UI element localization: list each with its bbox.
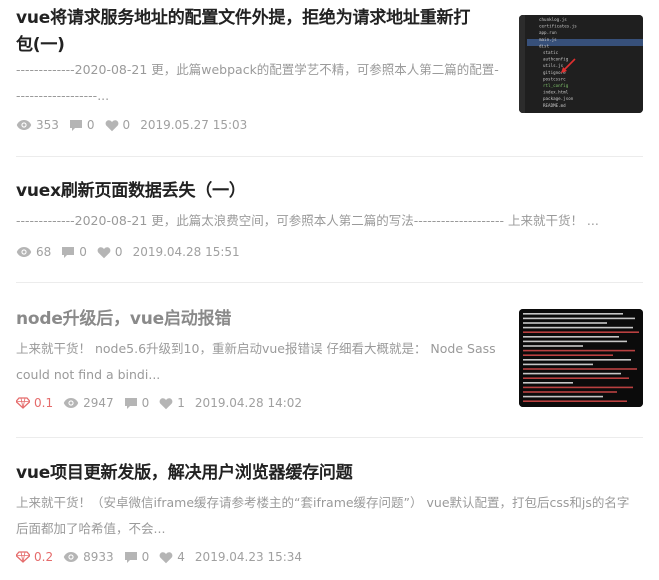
terminal-line <box>523 368 637 370</box>
terminal-line <box>523 391 617 393</box>
eye-icon <box>63 552 79 562</box>
article-meta: 0.1 2947 0 1 2019.04.28 14:02 <box>16 395 312 411</box>
thumb-file-label: certificates.js <box>539 24 577 29</box>
terminal-line <box>523 345 583 347</box>
comment-icon <box>69 119 82 131</box>
heart-icon <box>97 246 111 258</box>
terminal-line <box>523 400 627 402</box>
article-meta: 68 0 0 2019.04.28 15:51 <box>16 244 250 260</box>
likes-count[interactable]: 0 <box>105 118 130 132</box>
diamond-icon <box>16 397 30 409</box>
article-title[interactable]: vue项目更新发版，解决用户浏览器缓存问题 <box>16 460 643 487</box>
terminal-line <box>523 377 629 379</box>
article-thumbnail[interactable] <box>519 309 643 407</box>
terminal-line <box>523 322 607 324</box>
eye-icon <box>63 398 79 408</box>
comment-icon <box>124 551 137 563</box>
gem-reward: 0.2 <box>16 550 53 564</box>
thumb-file-label: app.run <box>539 30 557 35</box>
article-meta: 353 0 0 2019.05.27 15:03 <box>16 117 257 133</box>
article-item[interactable]: vuex刷新页面数据丢失（一） -------------2020-08-21 … <box>16 156 643 283</box>
comments-count[interactable]: 0 <box>61 245 87 259</box>
terminal-line <box>523 331 639 333</box>
heart-icon <box>159 397 173 409</box>
likes-count[interactable]: 4 <box>159 550 185 564</box>
article-summary: 上来就干货！ node5.6升级到10，重新启动vue报错误 仔细看大概就是： … <box>16 341 496 382</box>
thumb-file-label: rtl_config <box>543 83 569 88</box>
terminal-line <box>523 340 627 343</box>
thumb-file-label: static <box>543 50 559 55</box>
article-title[interactable]: node升级后，vue启动报错 <box>16 306 511 333</box>
views-count: 353 <box>16 118 59 132</box>
terminal-line <box>523 363 593 366</box>
gem-reward: 0.1 <box>16 396 53 410</box>
article-item[interactable]: vue项目更新发版，解决用户浏览器缓存问题 上来就干货！（安卓微信iframe缓… <box>16 437 643 580</box>
terminal-line <box>523 336 619 338</box>
thumb-file-label: README.md <box>543 103 566 108</box>
eye-icon <box>16 120 32 130</box>
comments-count[interactable]: 0 <box>69 118 95 132</box>
article-list: vue将请求服务地址的配置文件外提，拒绝为请求地址重新打 包(一) ------… <box>0 0 659 580</box>
thumb-file-label: utils.js <box>543 63 564 68</box>
thumb-file-label: postcssrc <box>543 76 566 81</box>
terminal-line <box>523 359 631 361</box>
heart-icon <box>159 551 173 563</box>
comment-icon <box>62 246 75 258</box>
diamond-icon <box>16 551 30 563</box>
comments-count[interactable]: 0 <box>124 396 149 410</box>
terminal-thumbnail <box>519 309 643 407</box>
article-item[interactable]: vue将请求服务地址的配置文件外提，拒绝为请求地址重新打 包(一) ------… <box>16 0 643 157</box>
article-summary: 上来就干货！（安卓微信iframe缓存请参考楼主的“套iframe缓存问题”） … <box>16 495 630 536</box>
article-meta: 0.2 8933 0 4 2019.04.23 15:34 <box>16 549 312 565</box>
terminal-line <box>523 382 573 384</box>
article-thumbnail[interactable]: chunklog.js certificates.js app.run main.js… <box>519 15 643 113</box>
terminal-line <box>523 326 633 329</box>
views-count: 2947 <box>63 396 114 410</box>
comment-icon <box>124 397 137 409</box>
article-item[interactable]: node升级后，vue启动报错 上来就干货！ node5.6升级到10，重新启动… <box>16 282 643 438</box>
views-count: 68 <box>16 245 51 259</box>
thumb-file-label: index.html <box>543 90 569 95</box>
article-title[interactable]: vue将请求服务地址的配置文件外提，拒绝为请求地址重新打 包(一) <box>16 5 511 59</box>
terminal-line <box>523 317 635 320</box>
terminal-line <box>523 372 621 375</box>
likes-count[interactable]: 1 <box>159 396 185 410</box>
comments-count[interactable]: 0 <box>124 550 149 564</box>
article-summary: -------------2020-08-21 更，此篇太浪费空间，可参照本人第… <box>16 213 599 228</box>
thumb-file-label: main.js <box>539 37 557 42</box>
thumb-file-label: authconfig <box>543 57 569 62</box>
heart-icon <box>105 119 118 131</box>
publish-date: 2019.04.28 15:51 <box>132 245 240 259</box>
thumb-file-label: dist <box>539 43 550 48</box>
terminal-line <box>523 395 603 398</box>
terminal-line <box>523 349 635 352</box>
thumb-file-label: chunklog.js <box>539 17 567 22</box>
article-summary: -------------2020-08-21 更，此篇webpack的配置学艺… <box>16 62 499 103</box>
likes-count[interactable]: 0 <box>97 245 123 259</box>
article-title[interactable]: vuex刷新页面数据丢失（一） <box>16 178 636 205</box>
terminal-line <box>523 354 613 356</box>
terminal-line <box>523 313 623 315</box>
vscode-file-tree-thumbnail: chunklog.js certificates.jsapp.run main.js… <box>519 15 643 113</box>
publish-date: 2019.04.28 14:02 <box>194 396 303 410</box>
views-count: 8933 <box>63 550 114 564</box>
publish-date: 2019.05.27 15:03 <box>140 118 248 132</box>
eye-icon <box>16 247 32 257</box>
terminal-line <box>523 386 633 389</box>
thumb-file-label: package.json <box>543 96 574 101</box>
publish-date: 2019.04.23 15:34 <box>194 550 303 564</box>
